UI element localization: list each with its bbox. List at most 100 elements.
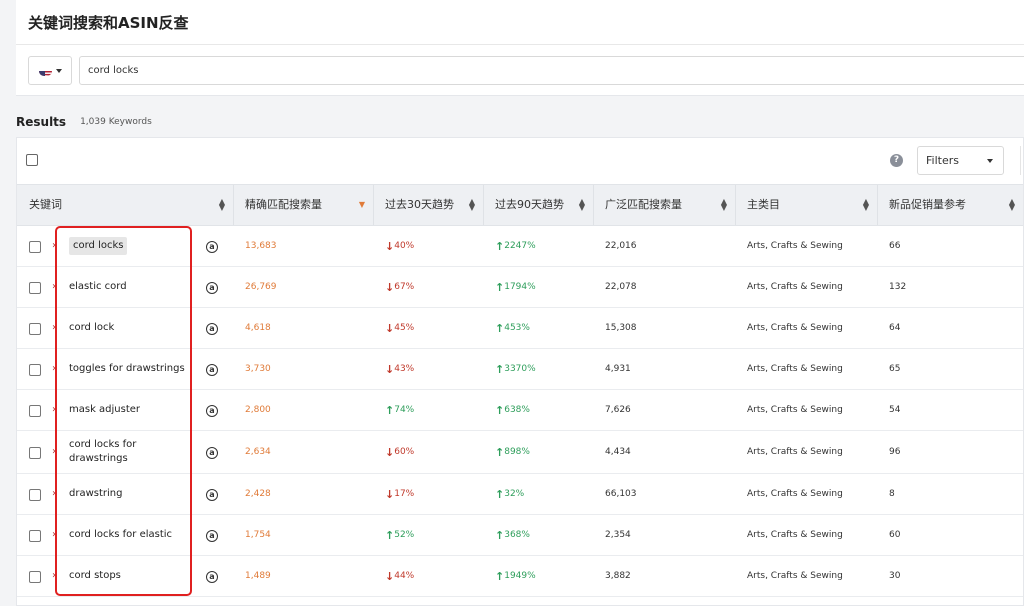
keyword-link[interactable]: cord lock xyxy=(69,321,114,335)
expand-chevron-icon[interactable]: › xyxy=(52,446,56,457)
column-divider xyxy=(373,185,374,225)
arrow-up-icon: ↑ xyxy=(495,239,505,253)
table-row[interactable]: › drawstring a 2,428 ↓ 17% ↑ 32% 66,103 Arts, Cra… xyxy=(17,474,1023,515)
chevron-down-icon xyxy=(55,68,62,73)
trend-90d-value: 453% xyxy=(504,323,530,333)
row-checkbox[interactable] xyxy=(29,281,41,294)
expand-chevron-icon[interactable]: › xyxy=(52,488,56,499)
sort-icon[interactable]: ▲ ▼ xyxy=(579,198,585,212)
row-checkbox[interactable] xyxy=(29,404,41,417)
row-checkbox[interactable] xyxy=(29,322,41,335)
keyword-link[interactable]: elastic cord xyxy=(69,280,127,294)
promo-ref-value: 54 xyxy=(889,405,901,415)
column-divider xyxy=(483,185,484,225)
sort-icon[interactable]: ▲ ▼ xyxy=(863,198,869,212)
arrow-up-icon: ↑ xyxy=(385,403,395,417)
amazon-icon[interactable]: a xyxy=(206,363,218,376)
keyword-link[interactable]: drawstring xyxy=(69,487,122,501)
search-input[interactable] xyxy=(79,56,1024,85)
trend-30d-value: 74% xyxy=(394,405,415,415)
amazon-icon[interactable]: a xyxy=(206,570,218,583)
amazon-icon[interactable]: a xyxy=(206,529,218,542)
row-checkbox[interactable] xyxy=(29,529,41,542)
sort-icon[interactable]: ▲ ▼ xyxy=(1009,198,1015,212)
row-checkbox[interactable] xyxy=(29,446,41,459)
filters-dropdown[interactable]: Filters xyxy=(917,146,1004,175)
keyword-cell: cord stops xyxy=(69,556,204,596)
table-row[interactable]: › cord locks for drawstrings a 2,634 ↓ 60% ↑ 89… xyxy=(17,431,1023,474)
sort-icon[interactable]: ▲ ▼ xyxy=(219,198,225,212)
exact-volume-value: 1,489 xyxy=(245,571,271,581)
table-row[interactable]: › cord lock a 4,618 ↓ 45% ↑ 453% 15,308 Arts, Cra… xyxy=(17,308,1023,349)
help-icon[interactable]: ? xyxy=(890,154,903,167)
category: Arts, Crafts & Sewing xyxy=(747,226,875,266)
keyword-link[interactable]: cord locks for drawstrings xyxy=(69,438,151,466)
header-trend-30d[interactable]: 过去30天趋势 ▲ ▼ xyxy=(373,185,483,225)
category-value: Arts, Crafts & Sewing xyxy=(747,282,843,292)
expand-chevron-icon[interactable]: › xyxy=(52,529,56,540)
arrow-down-icon: ↓ xyxy=(385,321,395,335)
search-panel: 关键词搜索和ASIN反查 xyxy=(16,0,1024,96)
amazon-icon[interactable]: a xyxy=(206,240,218,253)
select-all-checkbox[interactable] xyxy=(26,154,38,166)
header-category[interactable]: 主类目 ▲ ▼ xyxy=(735,185,877,225)
expand-chevron-icon[interactable]: › xyxy=(52,281,56,292)
sort-icon[interactable]: ▲ ▼ xyxy=(469,198,475,212)
trend-30d-value: 40% xyxy=(394,241,415,251)
trend-30d-value: 17% xyxy=(394,489,415,499)
category-value: Arts, Crafts & Sewing xyxy=(747,323,843,333)
category-value: Arts, Crafts & Sewing xyxy=(747,447,843,457)
trend-30d-value: 60% xyxy=(394,447,415,457)
arrow-down-icon: ↓ xyxy=(385,445,395,459)
keyword-cell: cord locks for elastic xyxy=(69,515,204,555)
sort-icon[interactable]: ▲ ▼ xyxy=(721,198,727,212)
header-exact-volume[interactable]: 精确匹配搜索量 ▼ xyxy=(233,185,373,225)
amazon-icon[interactable]: a xyxy=(206,281,218,294)
header-keyword[interactable]: 关键词 ▲ ▼ xyxy=(17,185,233,225)
expand-chevron-icon[interactable]: › xyxy=(52,363,56,374)
keyword-link[interactable]: cord locks xyxy=(69,237,128,255)
table-row[interactable]: › cord locks a 13,683 ↓ 40% ↑ 2247% 22,016 Arts, … xyxy=(17,226,1023,267)
keyword-link[interactable]: mask adjuster xyxy=(69,403,140,417)
expand-chevron-icon[interactable]: › xyxy=(52,570,56,581)
amazon-icon[interactable]: a xyxy=(206,322,218,335)
trend-30d-value: 67% xyxy=(394,282,415,292)
keyword-link[interactable]: toggles for drawstrings xyxy=(69,362,185,376)
header-broad-volume[interactable]: 广泛匹配搜索量 ▲ ▼ xyxy=(593,185,735,225)
sort-desc-icon[interactable]: ▼ xyxy=(359,201,365,209)
table-row[interactable]: › toggles for drawstrings a 3,730 ↓ 43% ↑ 3370%… xyxy=(17,349,1023,390)
promo-ref: 65 xyxy=(889,349,1021,389)
header-trend-90d[interactable]: 过去90天趋势 ▲ ▼ xyxy=(483,185,593,225)
expand-chevron-icon[interactable]: › xyxy=(52,322,56,333)
table-row[interactable]: › cord stops a 1,489 ↓ 44% ↑ 1949% 3,882 Arts, Cr… xyxy=(17,556,1023,597)
promo-ref-value: 8 xyxy=(889,489,895,499)
row-checkbox[interactable] xyxy=(29,570,41,583)
amazon-icon[interactable]: a xyxy=(206,404,218,417)
expand-chevron-icon[interactable]: › xyxy=(52,404,56,415)
keyword-link[interactable]: cord locks for elastic xyxy=(69,528,172,542)
column-divider xyxy=(735,185,736,225)
keyword-link[interactable]: cord stops xyxy=(69,569,121,583)
category-value: Arts, Crafts & Sewing xyxy=(747,489,843,499)
broad-volume-value: 3,882 xyxy=(605,571,631,581)
trend-90d: ↑ 368% xyxy=(495,515,591,555)
promo-ref-value: 96 xyxy=(889,447,901,457)
expand-chevron-icon[interactable]: › xyxy=(52,240,56,251)
arrow-up-icon: ↑ xyxy=(495,528,505,542)
arrow-up-icon: ↑ xyxy=(495,403,505,417)
row-checkbox[interactable] xyxy=(29,240,41,253)
table-row[interactable]: › cord locks for elastic a 1,754 ↑ 52% ↑ 368% 2,… xyxy=(17,515,1023,556)
arrow-up-icon: ↑ xyxy=(495,280,505,294)
amazon-icon[interactable]: a xyxy=(206,446,218,459)
country-select[interactable] xyxy=(28,56,72,85)
arrow-down-icon: ↓ xyxy=(385,239,395,253)
table-row[interactable]: › mask adjuster a 2,800 ↑ 74% ↑ 638% 7,626 Arts, … xyxy=(17,390,1023,431)
table-row[interactable]: › elastic cord a 26,769 ↓ 67% ↑ 1794% 22,078 Arts… xyxy=(17,267,1023,308)
row-checkbox[interactable] xyxy=(29,363,41,376)
amazon-icon[interactable]: a xyxy=(206,488,218,501)
exact-volume: 1,754 xyxy=(245,515,371,555)
column-label: 新品促销量参考 xyxy=(889,198,966,211)
keyword-cell: cord lock xyxy=(69,308,204,348)
header-promo-ref[interactable]: 新品促销量参考 ▲ ▼ xyxy=(877,185,1023,225)
row-checkbox[interactable] xyxy=(29,488,41,501)
